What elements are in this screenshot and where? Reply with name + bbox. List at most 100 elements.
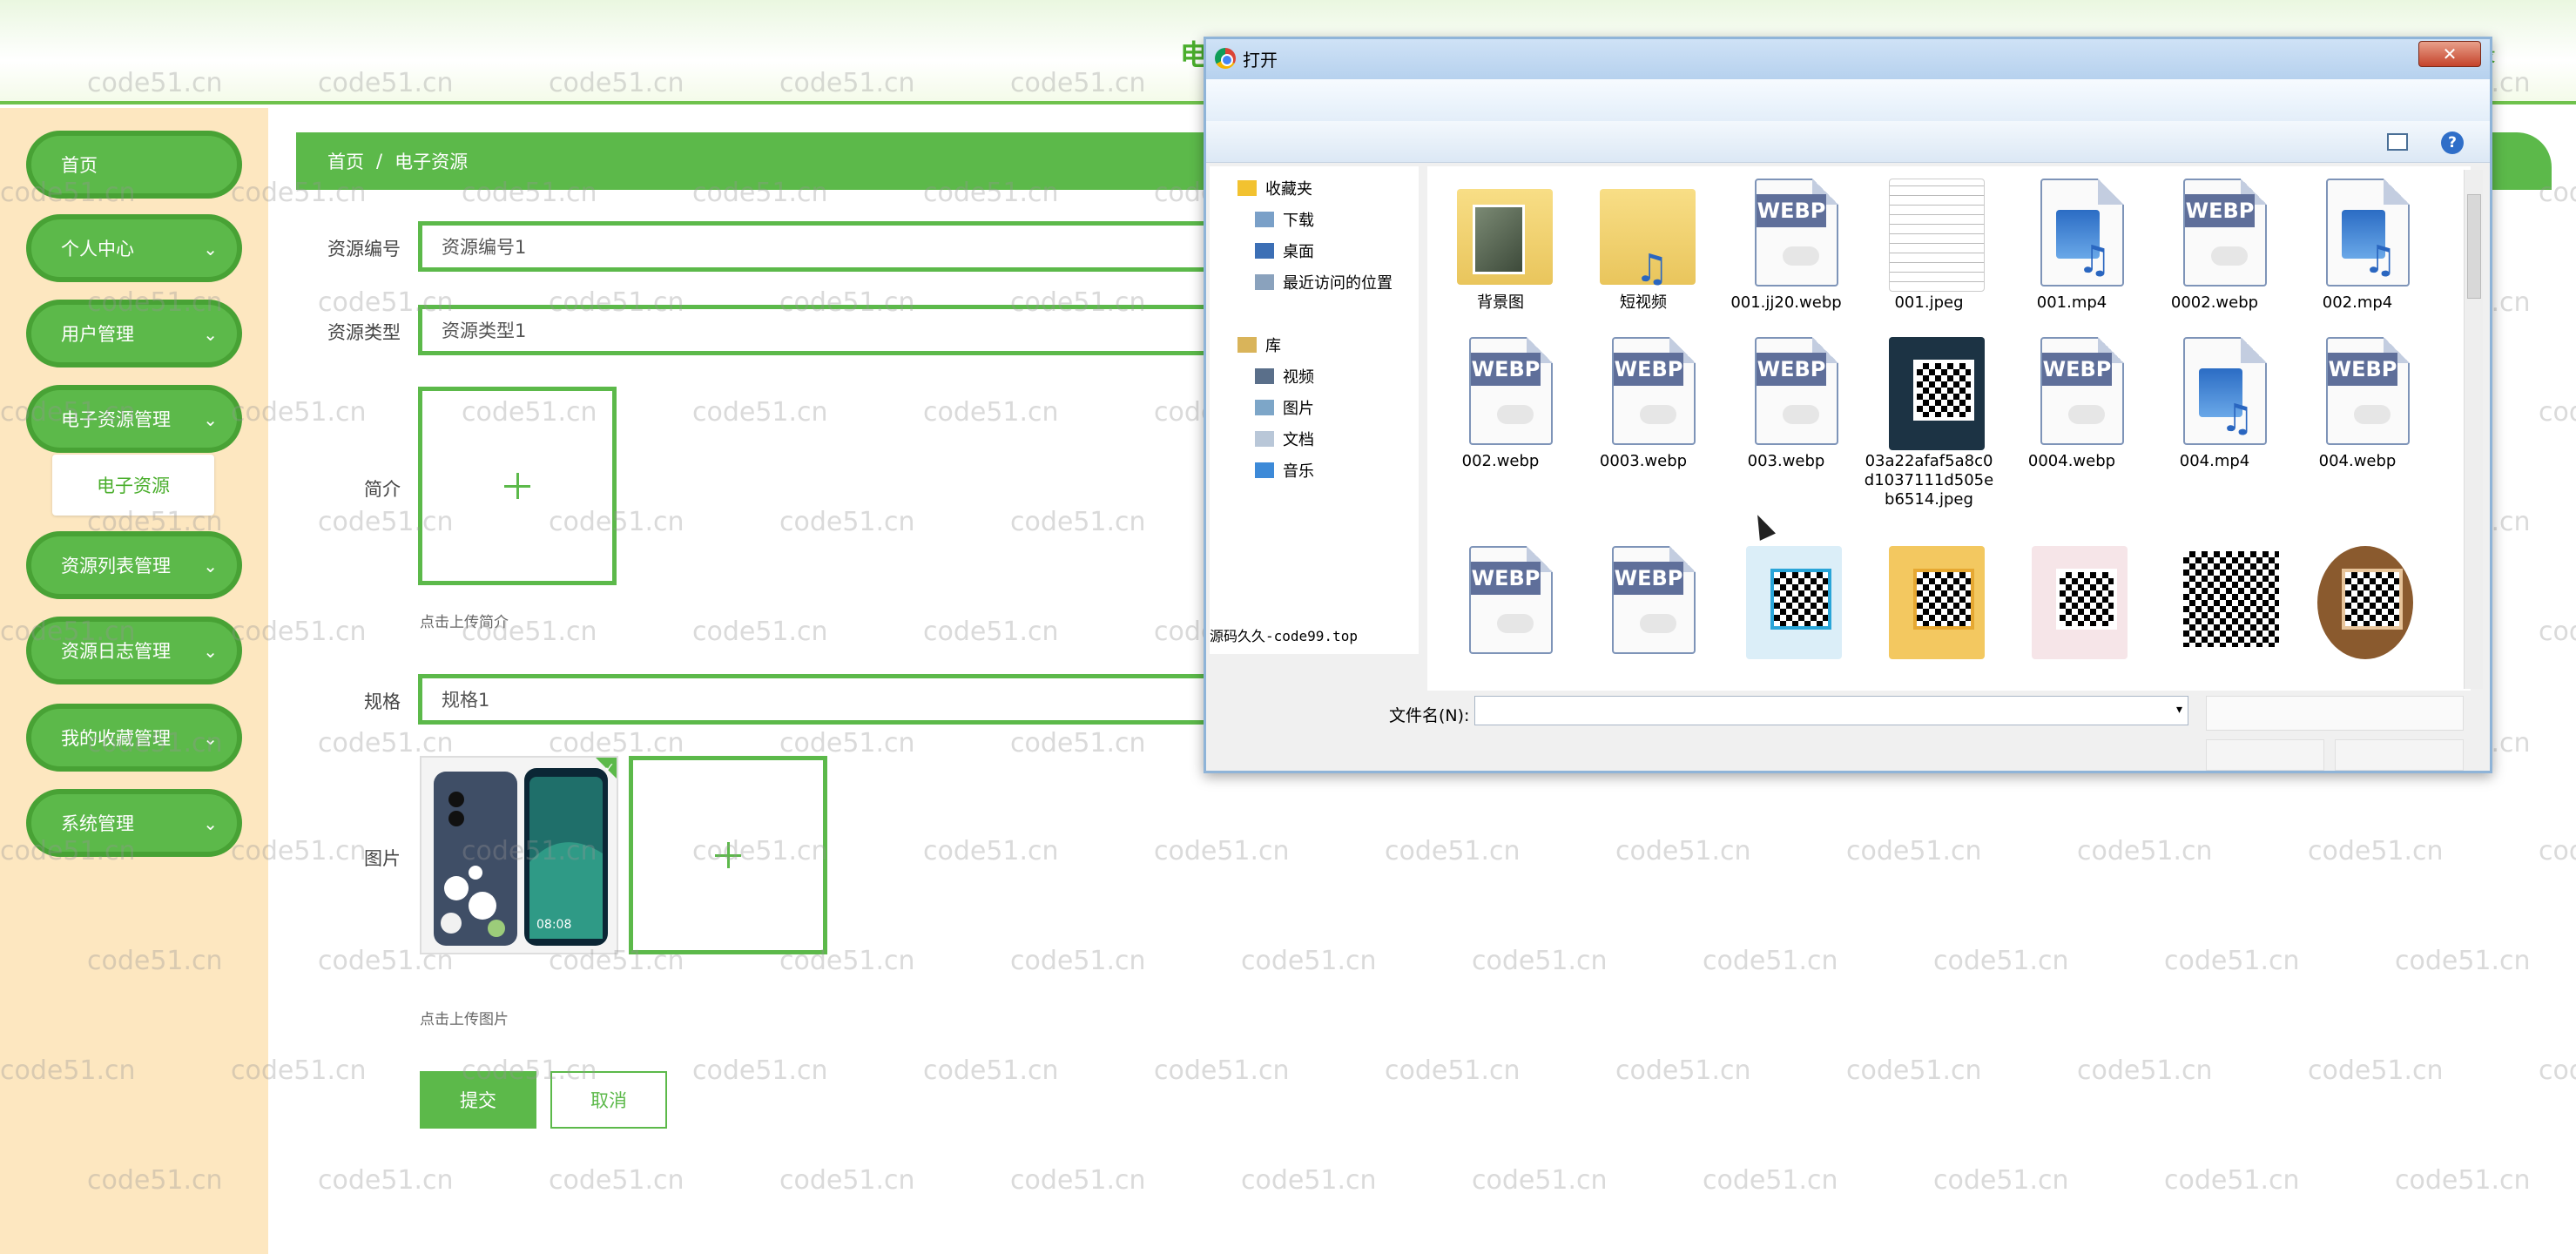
file-item[interactable]: WEBP bbox=[1574, 541, 1713, 661]
nav-item-7[interactable]: 图片 bbox=[1255, 396, 1314, 419]
file-type-filter[interactable] bbox=[2206, 696, 2464, 731]
intro-upload-box[interactable] bbox=[418, 387, 617, 585]
dialog-address-bar[interactable] bbox=[1206, 79, 2490, 121]
sidebar-item-personal-center[interactable]: 个人中心 ⌄ bbox=[26, 214, 242, 282]
nav-item-3[interactable]: 桌面 bbox=[1255, 239, 1314, 262]
watermark-text: code51.cn bbox=[2539, 1055, 2576, 1086]
sidebar-item-my-favorites-management[interactable]: 我的收藏管理 ⌄ bbox=[26, 704, 242, 772]
sidebar-item-resource-list-management[interactable]: 资源列表管理 ⌄ bbox=[26, 531, 242, 599]
file-item[interactable]: ♫ 短视频 bbox=[1574, 173, 1713, 313]
file-item[interactable]: ♫ 002.mp4 bbox=[2288, 173, 2427, 313]
desktop-icon bbox=[1255, 243, 1274, 259]
file-item[interactable] bbox=[2288, 541, 2427, 661]
watermark-text: code51.cn bbox=[2077, 836, 2213, 866]
file-name: 001.jj20.webp bbox=[1730, 293, 1842, 312]
file-name: 001.mp4 bbox=[2036, 293, 2107, 312]
watermark-text: code51.cn bbox=[779, 728, 915, 758]
watermark-text: code51.cn bbox=[779, 1165, 915, 1196]
nav-item-9[interactable]: 音乐 bbox=[1255, 459, 1314, 482]
file-item[interactable]: WEBP 0002.webp bbox=[2145, 173, 2284, 313]
watermark-text: code51.cn bbox=[2395, 1165, 2531, 1196]
qr-code-thumbnail-icon bbox=[2305, 541, 2413, 659]
file-item[interactable] bbox=[1716, 541, 1856, 661]
music-library-icon bbox=[1255, 462, 1274, 478]
sidebar-subitem-electronic-resource[interactable]: 电子资源 bbox=[52, 455, 214, 516]
file-item[interactable]: WEBP bbox=[1431, 541, 1570, 661]
watermark-text: code51.cn bbox=[923, 836, 1059, 866]
file-item[interactable]: 背景图 bbox=[1431, 173, 1570, 313]
watermark-text: code51.cn bbox=[692, 397, 828, 428]
dialog-titlebar[interactable]: 打开 ✕ bbox=[1206, 39, 2490, 79]
file-name: 短视频 bbox=[1620, 293, 1667, 312]
file-item[interactable]: WEBP 0004.webp bbox=[2002, 332, 2141, 471]
file-item[interactable]: WEBP 002.webp bbox=[1431, 332, 1570, 471]
help-icon[interactable]: ? bbox=[2441, 131, 2464, 154]
watermark-text: code51.cn bbox=[2308, 1055, 2444, 1086]
file-item[interactable]: 03a22afaf5a8c0d1037111d505eb6514.jpeg bbox=[1859, 332, 1999, 509]
file-item[interactable]: ♫ 004.mp4 bbox=[2145, 332, 2284, 471]
file-list-scrollbar[interactable] bbox=[2464, 170, 2483, 689]
preview-pane-icon[interactable] bbox=[2387, 133, 2408, 151]
filename-input[interactable]: ▾ bbox=[1474, 696, 2188, 725]
dialog-cancel-button[interactable] bbox=[2335, 739, 2464, 771]
watermark-text: code51.cn bbox=[2539, 836, 2576, 866]
qr-code-thumbnail-icon bbox=[1877, 332, 1985, 450]
watermark-text: code51.cn bbox=[1010, 507, 1146, 537]
uploaded-image-thumbnail[interactable]: 08:08 ✓ bbox=[420, 756, 618, 954]
webp-file-icon: WEBP bbox=[2020, 332, 2124, 448]
dialog-open-button[interactable] bbox=[2206, 739, 2324, 771]
nav-item-label: 文档 bbox=[1283, 431, 1314, 449]
sidebar-item-resource-log-management[interactable]: 资源日志管理 ⌄ bbox=[26, 617, 242, 684]
file-item[interactable]: ♫ 001.mp4 bbox=[2002, 173, 2141, 313]
dialog-navigation-pane: 收藏夹下载桌面最近访问的位置库视频图片文档音乐 bbox=[1210, 166, 1419, 654]
filename-label: 文件名(N): bbox=[1389, 706, 1470, 725]
watermark-text: code51.cn bbox=[2077, 1055, 2213, 1086]
file-item[interactable] bbox=[2002, 541, 2141, 661]
image-upload-box[interactable] bbox=[629, 756, 827, 954]
qr-code-thumbnail-icon bbox=[1734, 541, 1842, 659]
webp-file-icon: WEBP bbox=[2162, 173, 2267, 290]
filename-dropdown-arrow-icon[interactable]: ▾ bbox=[2176, 703, 2182, 717]
file-item[interactable] bbox=[2145, 541, 2284, 661]
nav-item-6[interactable]: 视频 bbox=[1255, 365, 1314, 388]
sidebar-item-user-management[interactable]: 用户管理 ⌄ bbox=[26, 300, 242, 367]
file-item[interactable]: WEBP 001.jj20.webp bbox=[1716, 173, 1856, 313]
chevron-down-icon: ⌄ bbox=[203, 409, 218, 430]
file-item[interactable]: WEBP 004.webp bbox=[2288, 332, 2427, 471]
chevron-down-icon: ⌄ bbox=[203, 239, 218, 260]
sidebar-item-electronic-resource-management[interactable]: 电子资源管理 ⌄ bbox=[26, 385, 242, 453]
nav-item-2[interactable]: 下载 bbox=[1255, 208, 1314, 231]
image-upload-hint: 点击上传图片 bbox=[420, 1011, 509, 1028]
breadcrumb-current: 电子资源 bbox=[394, 152, 469, 172]
watermark-text: code51.cn bbox=[2164, 1165, 2300, 1196]
dialog-title: 打开 bbox=[1243, 50, 1278, 71]
nav-item-label: 音乐 bbox=[1283, 462, 1314, 481]
image-label: 图片 bbox=[364, 848, 401, 869]
file-item[interactable] bbox=[1859, 541, 1999, 661]
dialog-close-button[interactable]: ✕ bbox=[2418, 41, 2481, 67]
breadcrumb-home[interactable]: 首页 bbox=[327, 148, 364, 174]
file-item[interactable]: WEBP 003.webp bbox=[1716, 332, 1856, 471]
qr-code-thumbnail-icon bbox=[2162, 541, 2279, 659]
nav-item-8[interactable]: 文档 bbox=[1255, 428, 1314, 450]
folder-icon: ♫ bbox=[1591, 173, 1696, 291]
dialog-file-list: 背景图 ♫ 短视频 WEBP 001.jj20.webp 001.jpeg ♫ 001.mp4… bbox=[1427, 166, 2471, 691]
sidebar-item-system-management[interactable]: 系统管理 ⌄ bbox=[26, 789, 242, 857]
nav-item-5[interactable]: 库 bbox=[1237, 334, 1281, 356]
file-item[interactable]: 001.jpeg bbox=[1859, 173, 1999, 313]
nav-item-1[interactable]: 收藏夹 bbox=[1237, 177, 1312, 199]
library-icon bbox=[1237, 337, 1257, 353]
spec-label: 规格 bbox=[364, 691, 401, 712]
watermark-text: code51.cn bbox=[1615, 836, 1751, 866]
chrome-icon bbox=[1215, 48, 1236, 69]
sidebar-item-home[interactable]: 首页 bbox=[26, 131, 242, 199]
scrollbar-thumb[interactable] bbox=[2467, 194, 2481, 299]
cancel-button[interactable]: 取消 bbox=[550, 1071, 667, 1129]
nav-item-4[interactable]: 最近访问的位置 bbox=[1255, 271, 1393, 293]
watermark-text: code51.cn bbox=[923, 617, 1059, 647]
nav-item-label: 最近访问的位置 bbox=[1283, 274, 1393, 293]
file-name: 002.mp4 bbox=[2322, 293, 2393, 312]
submit-button[interactable]: 提交 bbox=[420, 1071, 536, 1129]
video-file-icon: ♫ bbox=[2162, 332, 2267, 448]
file-item[interactable]: WEBP 0003.webp bbox=[1574, 332, 1713, 471]
